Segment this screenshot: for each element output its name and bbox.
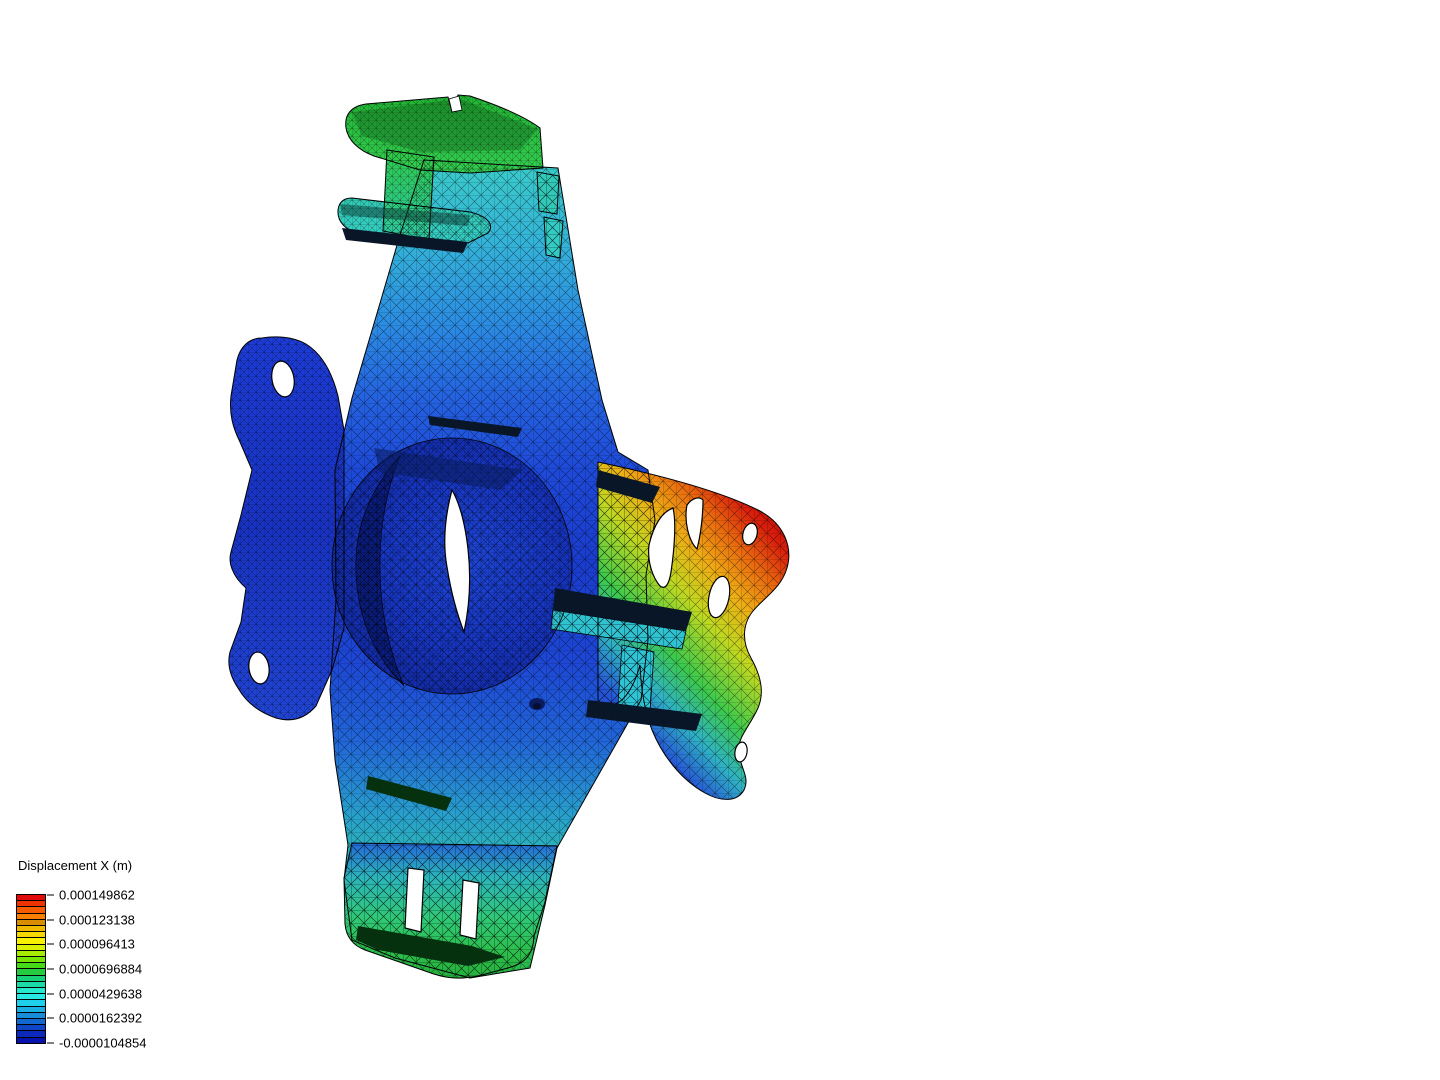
tick-mark (47, 919, 54, 921)
tick-label: 0.000096413 (59, 936, 135, 952)
mesh-shelf-face-lower (617, 644, 655, 713)
tick-label: -0.0000104854 (59, 1035, 147, 1051)
foot-slot-2 (459, 879, 480, 940)
legend-tick: 0.000123138 (47, 912, 135, 927)
legend-colorbar (16, 894, 46, 1044)
fea-postprocessor-stage: Displacement X (m) 0.000149862 0.00012313… (0, 0, 1440, 1080)
counterbore-spot-core (533, 703, 541, 709)
viewport-3d[interactable] (0, 0, 1440, 1080)
tick-label: 0.000123138 (59, 912, 135, 928)
tick-label: 0.0000162392 (59, 1010, 143, 1026)
legend-tick: 0.0000696884 (47, 962, 142, 977)
tick-label: 0.000149862 (59, 887, 135, 903)
tick-mark (47, 1042, 54, 1044)
tick-mark (47, 968, 54, 970)
tick-label: 0.0000429638 (59, 986, 143, 1002)
mesh-overlay (228, 94, 790, 979)
legend-scale: 0.000149862 0.000123138 0.000096413 0.00006… (16, 888, 146, 1051)
legend-ticks: 0.000149862 0.000123138 0.000096413 0.00006… (47, 888, 187, 1051)
tick-mark (47, 943, 54, 945)
mesh-step-tab-2 (543, 216, 564, 259)
legend-tick: 0.000149862 (47, 888, 135, 903)
legend-title: Displacement X (m) (18, 858, 133, 873)
legend-tick: 0.0000429638 (47, 986, 142, 1001)
legend-tick: -0.0000104854 (47, 1036, 146, 1051)
tick-mark (47, 1017, 54, 1019)
mesh-step-tab-1 (536, 171, 560, 215)
tick-mark (47, 993, 54, 995)
legend-tick: 0.000096413 (47, 937, 135, 952)
legend-tick: 0.0000162392 (47, 1011, 142, 1026)
tick-label: 0.0000696884 (59, 961, 143, 977)
foot-slot-1 (404, 867, 425, 933)
legend: Displacement X (m) 0.000149862 0.00012313… (16, 858, 146, 1051)
tick-mark (47, 894, 54, 896)
colorbar-segment (17, 1037, 45, 1043)
